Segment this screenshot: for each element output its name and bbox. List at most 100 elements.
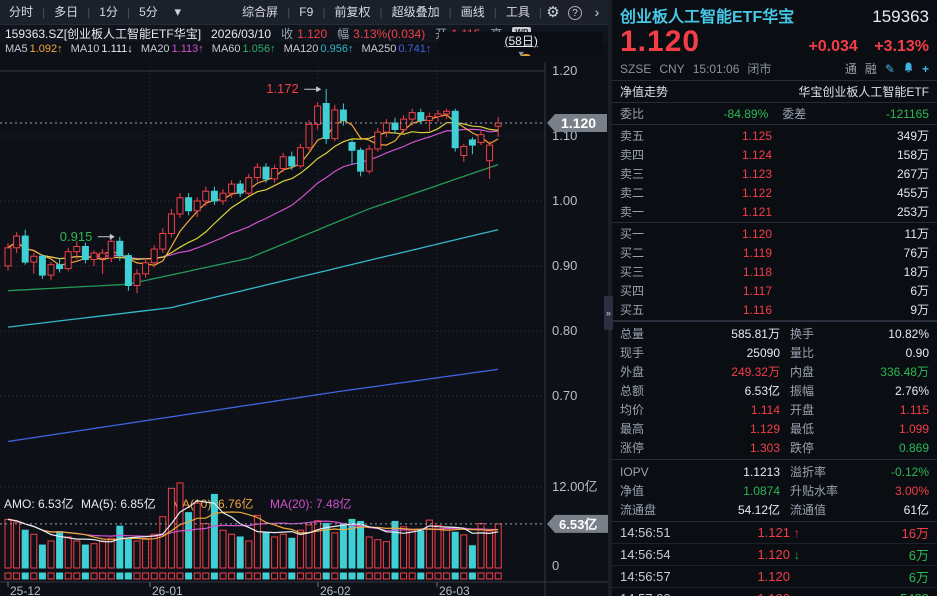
direction-strip-cell — [143, 573, 149, 579]
direction-strip-cell — [487, 573, 493, 579]
ask-row-2[interactable]: 卖三1.123267万 — [612, 164, 937, 183]
stat-label: 升贴水率 — [790, 482, 860, 499]
bid-row-3[interactable]: 买四1.1176万 — [612, 281, 937, 300]
tick-volume: 5488 — [900, 591, 929, 596]
ma-value: 1.092↑ — [30, 43, 63, 55]
time-sales-list[interactable]: 14:56:511.121↑16万14:56:541.120↓6万14:56:5… — [612, 521, 937, 596]
direction-strip-cell — [272, 573, 278, 579]
tick-volume: 6万 — [909, 567, 929, 586]
tab-多日[interactable]: 多日 — [45, 0, 87, 25]
bid-row-1[interactable]: 买二1.11976万 — [612, 243, 937, 262]
tick-row-3[interactable]: 14:57:001.1205488 — [612, 588, 937, 596]
bid-row-0[interactable]: 买一1.12011万 — [612, 224, 937, 243]
level-price: 1.124 — [662, 148, 772, 162]
edit-pencil-icon[interactable]: ✎ — [885, 62, 895, 76]
volume-bar — [332, 533, 338, 568]
stat-label: 最高 — [620, 420, 672, 437]
direction-strip-cell — [306, 573, 312, 579]
ma-value: 0.956↑ — [320, 43, 353, 55]
change-value: +0.034 — [808, 38, 857, 55]
bid-row-2[interactable]: 买三1.11818万 — [612, 262, 937, 281]
tag-rong: 融 — [865, 60, 877, 77]
stat-value: 6.53亿 — [672, 382, 780, 399]
candle-body — [349, 143, 355, 151]
volume-bar — [125, 540, 131, 568]
direction-strip-cell — [220, 573, 226, 579]
security-name: 创业板人工智能ETF华宝 — [620, 3, 794, 27]
toolbar-item-0[interactable]: 综合屏 — [233, 0, 287, 25]
tab-分时[interactable]: 分时 — [0, 0, 42, 25]
ask-order-book: 卖五1.125349万卖四1.124158万卖三1.123267万卖二1.122… — [612, 124, 937, 222]
tab-1分[interactable]: 1分 — [90, 0, 127, 25]
candle-body — [5, 248, 11, 266]
direction-strip-cell — [340, 573, 346, 579]
stat-value: 1.129 — [672, 422, 780, 436]
bid-row-4[interactable]: 买五1.1169万 — [612, 300, 937, 319]
toolbar-item-2[interactable]: 前复权 — [325, 0, 379, 25]
volume-bar — [409, 530, 415, 568]
tick-row-0[interactable]: 14:56:511.121↑16万 — [612, 522, 937, 544]
toolbar-item-5[interactable]: 工具 — [497, 0, 539, 25]
ma-label: MA5 — [5, 43, 28, 55]
candle-body — [478, 135, 484, 143]
direction-strip-cell — [418, 573, 424, 579]
toolbar-item-3[interactable]: 超级叠加 — [383, 0, 449, 25]
ask-row-3[interactable]: 卖二1.122455万 — [612, 183, 937, 202]
volume-bar — [65, 537, 71, 568]
tab-5分[interactable]: 5分 — [130, 0, 167, 25]
pane-divider[interactable]: » — [608, 0, 612, 596]
nav-value-tab[interactable]: 净值走势 华宝创业板人工智能ETF — [612, 80, 937, 102]
volume-bar — [229, 534, 235, 568]
x-axis-label[interactable]: 26-01 — [152, 584, 183, 596]
direction-strip-cell — [297, 573, 303, 579]
iopv-row-2: 流通盘54.12亿流通值61亿 — [612, 500, 937, 519]
direction-strip-cell — [211, 573, 217, 579]
level-label: 买四 — [620, 282, 662, 299]
stat-label: 净值 — [620, 482, 672, 499]
direction-strip-cell — [409, 573, 415, 579]
ask-row-1[interactable]: 卖四1.124158万 — [612, 145, 937, 164]
help-icon[interactable]: ? — [564, 4, 586, 20]
add-plus-icon[interactable]: + — [922, 62, 929, 76]
direction-strip-cell — [254, 573, 260, 579]
volume-bar — [366, 537, 372, 568]
level-volume: 349万 — [897, 127, 929, 144]
volume-bar — [14, 522, 20, 568]
volume-bar — [5, 519, 11, 568]
candle-body — [22, 236, 28, 262]
stat-value: 2.76% — [860, 384, 929, 398]
kline-chart[interactable]: 1.201.101.000.900.800.701.1720.9151.120A… — [0, 56, 608, 596]
nav-tab-label[interactable]: 净值走势 — [620, 83, 668, 100]
direction-strip-cell — [65, 573, 71, 579]
volume-bar — [358, 521, 364, 568]
kline-chart-svg[interactable]: 1.201.101.000.900.800.701.1720.9151.120A… — [0, 56, 608, 596]
period-dropdown-caret-icon[interactable]: ▾ — [167, 4, 189, 20]
direction-strip-cell — [186, 573, 192, 579]
x-axis-label[interactable]: 26-03 — [439, 584, 470, 596]
expand-chevron-icon[interactable]: › — [586, 4, 608, 20]
period-selector[interactable]: (58日) — [505, 32, 538, 49]
x-axis-label[interactable]: 25-12 — [10, 584, 41, 596]
ma-label: MA20 — [141, 43, 170, 55]
tick-row-1[interactable]: 14:56:541.120↓6万 — [612, 544, 937, 566]
candle-body — [39, 256, 45, 275]
toolbar-item-1[interactable]: F9 — [290, 0, 322, 25]
x-axis-label[interactable]: 26-02 — [320, 584, 351, 596]
candle-body — [65, 252, 71, 269]
volume-bar — [383, 542, 389, 568]
alert-bell-icon[interactable] — [903, 62, 914, 76]
level-label: 卖一 — [620, 203, 662, 220]
direction-strip-cell — [435, 573, 441, 579]
volume-bar — [220, 530, 226, 568]
collapse-panel-handle[interactable]: » — [604, 296, 613, 330]
ask-row-0[interactable]: 卖五1.125349万 — [612, 126, 937, 145]
ask-row-4[interactable]: 卖一1.121253万 — [612, 202, 937, 221]
settings-gear-icon[interactable]: ⚙ — [542, 3, 564, 21]
tick-volume: 6万 — [909, 545, 929, 564]
direction-strip-cell — [444, 573, 450, 579]
toolbar-item-4[interactable]: 画线 — [452, 0, 494, 25]
direction-strip-cell — [48, 573, 54, 579]
tick-row-2[interactable]: 14:56:571.1206万 — [612, 566, 937, 588]
ma-label: MA60 — [212, 43, 241, 55]
volume-bar — [203, 523, 209, 568]
